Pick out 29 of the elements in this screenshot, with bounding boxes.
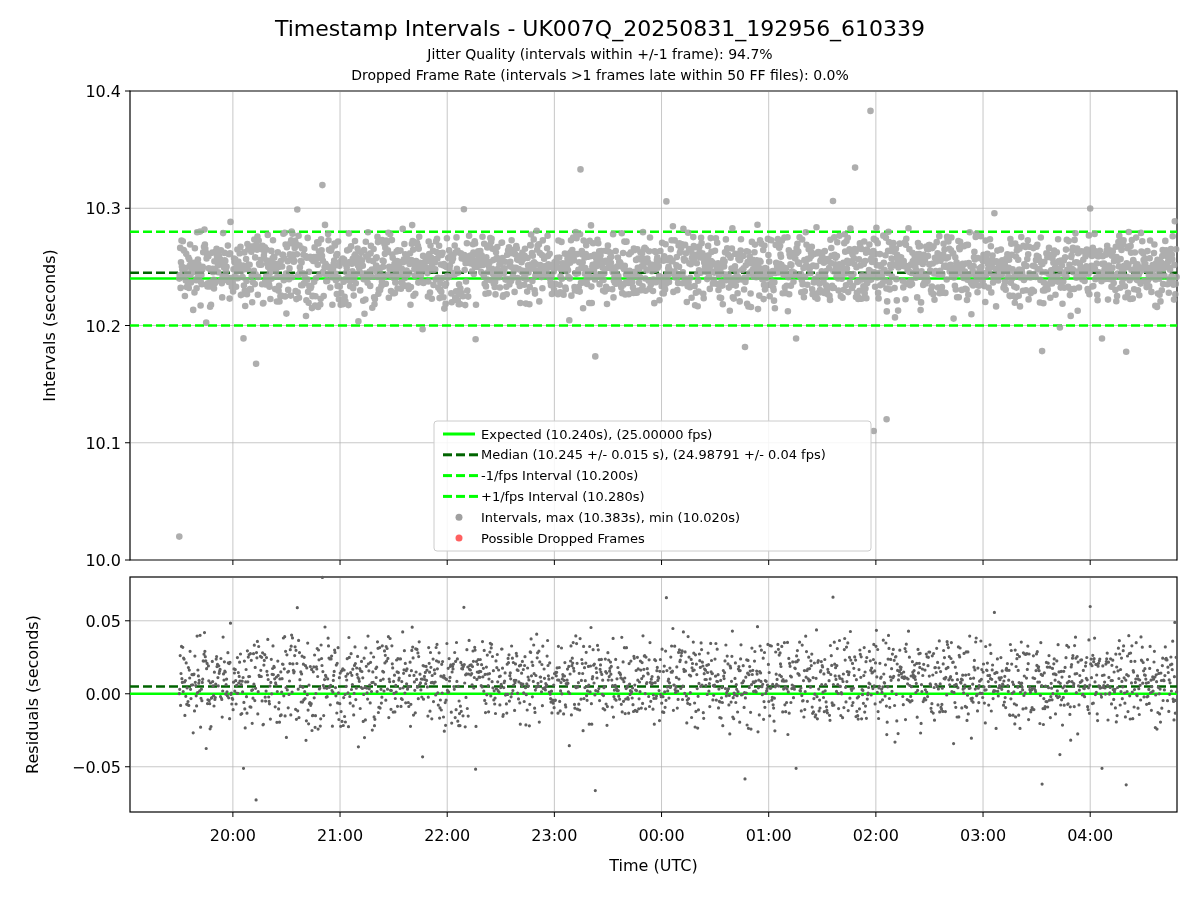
tick-label: 10.3 xyxy=(85,199,121,219)
axis-label: Residuals (seconds) xyxy=(23,615,42,774)
chart-subtitle: Jitter Quality (intervals within +/-1 frame): 94.7% xyxy=(427,45,773,64)
legend-label: Possible Dropped Frames xyxy=(481,530,645,546)
legend-label: Median (10.245 +/- 0.015 s), (24.98791 +/- 0.04 fps) xyxy=(481,447,826,463)
legend-label: +1/fps Interval (10.280s) xyxy=(481,488,645,504)
chart-subtitle: Dropped Frame Rate (intervals >1 frames late within 50 FF files): 0.0% xyxy=(351,66,849,85)
tick-label: 21:00 xyxy=(317,826,364,845)
tick-label: −0.05 xyxy=(71,757,121,777)
tick-label: 03:00 xyxy=(960,826,1007,845)
legend-label: Intervals, max (10.383s), min (10.020s) xyxy=(481,509,740,525)
tick-label: 22:00 xyxy=(424,826,471,845)
axis-label: Intervals (seconds) xyxy=(40,249,59,402)
tick-label: 01:00 xyxy=(745,826,792,845)
tick-label: 20:00 xyxy=(209,826,256,845)
tick-label: 23:00 xyxy=(531,826,578,845)
tick-label: 0.05 xyxy=(85,611,121,631)
tick-label: 10.1 xyxy=(85,433,121,453)
tick-label: 0.00 xyxy=(85,684,121,704)
legend-label: Expected (10.240s), (25.00000 fps) xyxy=(481,426,713,442)
tick-label: 04:00 xyxy=(1067,826,1114,845)
chart-title: Timestamp Intervals - UK007Q_20250831_192956_610339 xyxy=(274,15,926,44)
tick-label: 10.4 xyxy=(85,82,121,101)
tick-label: 10.2 xyxy=(85,316,121,336)
tick-label: 00:00 xyxy=(638,826,685,845)
tick-label: 02:00 xyxy=(852,826,899,845)
legend-label: -1/fps Interval (10.200s) xyxy=(481,468,639,484)
tick-label: 10.0 xyxy=(85,551,121,570)
axis-label: Time (UTC) xyxy=(609,856,698,875)
